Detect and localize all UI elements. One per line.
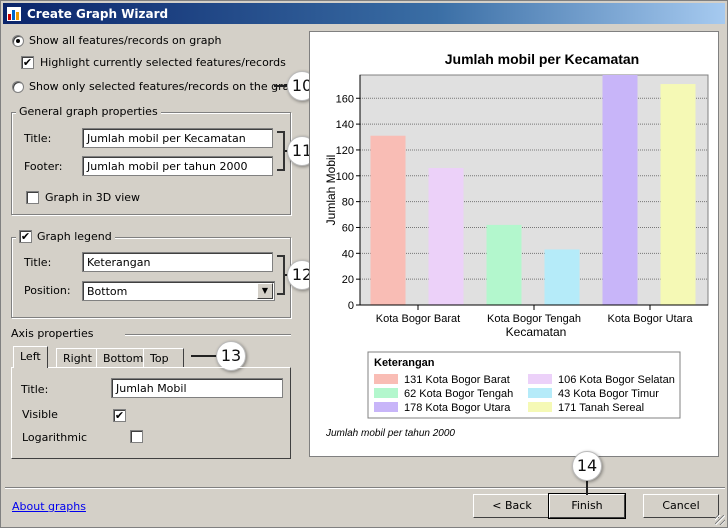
- y-tick-label: 80: [342, 197, 354, 209]
- y-tick-label: 100: [336, 171, 354, 183]
- legend-entry: 43 Kota Bogor Timur: [558, 388, 659, 400]
- legend-entry: 178 Kota Bogor Utara: [404, 402, 511, 414]
- visible-checkbox[interactable]: ✔: [113, 409, 126, 422]
- bar: [428, 168, 464, 305]
- legend-swatch: [374, 402, 398, 412]
- chevron-down-icon[interactable]: ▼: [257, 283, 273, 299]
- chart-title: Jumlah mobil per Kecamatan: [445, 51, 640, 67]
- wizard-window: Create Graph Wizard Show all features/re…: [0, 0, 728, 528]
- y-tick-label: 60: [342, 222, 354, 234]
- highlight-label: Highlight currently selected features/re…: [40, 56, 286, 69]
- graph-legend-toggle[interactable]: ✔ Graph legend: [16, 230, 115, 243]
- bar: [370, 135, 406, 305]
- legend-position-label: Position:: [24, 284, 71, 297]
- graph-legend-checkbox[interactable]: ✔: [19, 230, 32, 243]
- show-selected-radio[interactable]: [12, 80, 24, 93]
- y-axis-label: Jumlah Mobil: [324, 155, 338, 226]
- axis-divider: [125, 334, 291, 335]
- visible-label: Visible: [22, 408, 58, 421]
- tab-left[interactable]: Left: [13, 346, 48, 368]
- y-tick-label: 120: [336, 145, 354, 157]
- legend-swatch: [528, 402, 552, 412]
- show-selected-label: Show only selected features/records on t…: [29, 80, 304, 93]
- legend-entry: 106 Kota Bogor Selatan: [558, 374, 675, 386]
- legend-swatch: [528, 374, 552, 384]
- show-all-radio[interactable]: [12, 34, 24, 47]
- window-title: Create Graph Wizard: [27, 6, 169, 21]
- bar-chart: Jumlah mobil per Kecamatan 0 20 40 60 80 100 12…: [324, 51, 709, 439]
- graph-legend-group: [11, 237, 291, 318]
- back-button[interactable]: < Back: [473, 494, 551, 518]
- legend-title-label: Title:: [24, 256, 52, 269]
- legend-entry: 171 Tanah Sereal: [558, 402, 644, 414]
- x-axis-label: Kecamatan: [506, 325, 567, 339]
- show-selected-option[interactable]: Show only selected features/records on t…: [12, 80, 303, 93]
- bar: [602, 75, 638, 305]
- legend-title: Keterangan: [374, 357, 435, 369]
- plot-area: [359, 74, 709, 306]
- graph-preview: Jumlah mobil per Kecamatan 0 20 40 60 80 100 12…: [309, 31, 719, 457]
- about-graphs-link[interactable]: About graphs: [12, 500, 86, 513]
- y-tick-label: 140: [336, 119, 354, 131]
- show-all-option[interactable]: Show all features/records on graph: [12, 34, 221, 47]
- axis-title-label: Title:: [21, 383, 49, 396]
- y-tick-label: 40: [342, 248, 354, 260]
- logarithmic-label: Logarithmic: [22, 431, 88, 444]
- chart-footer: Jumlah mobil per tahun 2000: [325, 428, 455, 439]
- highlight-checkbox[interactable]: ✔: [21, 56, 34, 69]
- title-label: Title:: [24, 132, 52, 145]
- bar: [486, 224, 522, 305]
- graph-legend-label: Graph legend: [37, 230, 112, 243]
- show-all-label: Show all features/records on graph: [29, 34, 222, 47]
- graph-footer-input[interactable]: Jumlah mobil per tahun 2000: [82, 156, 273, 176]
- callout-bracket: [277, 131, 285, 171]
- legend-swatch: [374, 388, 398, 398]
- legend-position-value: Bottom: [87, 285, 128, 298]
- footer-label: Footer:: [24, 160, 63, 173]
- tab-right[interactable]: Right: [56, 348, 99, 368]
- general-properties-legend: General graph properties: [16, 105, 161, 118]
- 3d-view-option[interactable]: Graph in 3D view: [26, 191, 140, 204]
- title-bar: Create Graph Wizard: [3, 3, 725, 24]
- bar: [544, 249, 580, 305]
- legend-position-select[interactable]: Bottom ▼: [82, 281, 275, 301]
- callout-14: 14: [572, 451, 602, 481]
- highlight-option[interactable]: ✔ Highlight currently selected features/…: [21, 56, 286, 69]
- footer-divider: [5, 487, 725, 488]
- bar: [660, 84, 696, 305]
- y-tick-label: 0: [348, 300, 354, 312]
- tab-top[interactable]: Top: [143, 348, 184, 368]
- legend-swatch: [374, 374, 398, 384]
- axis-title-input[interactable]: Jumlah Mobil: [111, 378, 283, 398]
- y-tick-label: 20: [342, 274, 354, 286]
- x-tick-label: Kota Bogor Tengah: [487, 313, 581, 325]
- graph-app-icon: [7, 6, 21, 21]
- callout-line: [274, 85, 288, 87]
- legend-title-input[interactable]: Keterangan: [82, 252, 273, 272]
- cancel-button[interactable]: Cancel: [643, 494, 719, 518]
- 3d-view-label: Graph in 3D view: [45, 191, 141, 204]
- callout-bracket: [277, 255, 285, 295]
- y-tick-label: 160: [336, 93, 354, 105]
- resize-grip[interactable]: [715, 515, 725, 525]
- callout-line: [191, 355, 217, 357]
- finish-button[interactable]: Finish: [548, 493, 626, 519]
- legend-entry: 62 Kota Bogor Tengah: [404, 388, 513, 400]
- x-tick-label: Kota Bogor Barat: [376, 313, 460, 325]
- legend-swatch: [528, 388, 552, 398]
- x-tick-label: Kota Bogor Utara: [608, 313, 694, 325]
- legend-entry: 131 Kota Bogor Barat: [404, 374, 510, 386]
- axis-properties-heading: Axis properties: [11, 327, 94, 340]
- 3d-view-checkbox[interactable]: [26, 191, 39, 204]
- graph-title-input[interactable]: Jumlah mobil per Kecamatan: [82, 128, 273, 148]
- logarithmic-checkbox[interactable]: [129, 430, 143, 443]
